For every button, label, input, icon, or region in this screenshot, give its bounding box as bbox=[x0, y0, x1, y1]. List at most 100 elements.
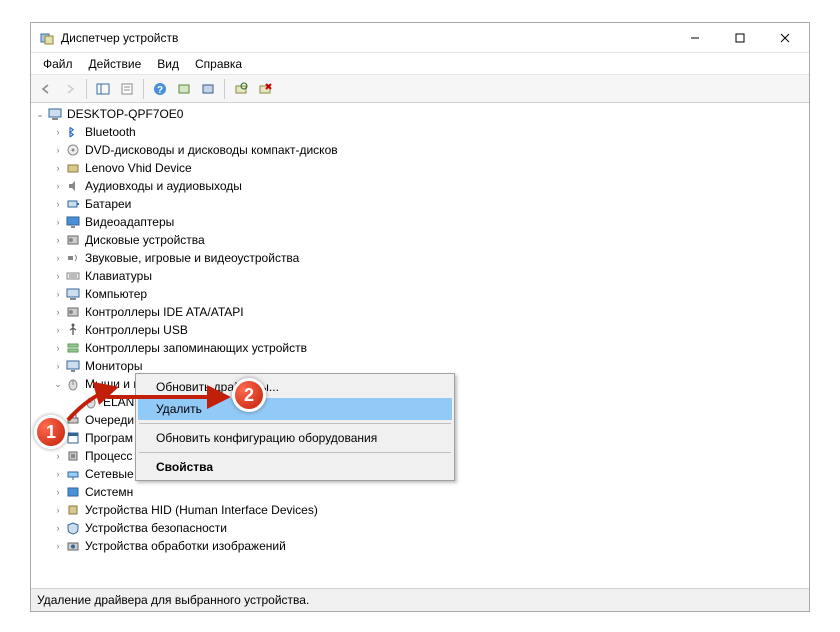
svg-text:?: ? bbox=[157, 85, 163, 96]
expander-icon[interactable]: › bbox=[51, 303, 65, 321]
tree-item-label: Сетевые bbox=[85, 465, 134, 483]
tree-category[interactable]: ›Видеоадаптеры bbox=[33, 213, 807, 231]
action2-button[interactable] bbox=[197, 78, 219, 100]
expander-icon[interactable]: › bbox=[51, 159, 65, 177]
expander-icon[interactable]: ⌄ bbox=[33, 105, 47, 123]
tree-item-label: Мониторы bbox=[85, 357, 142, 375]
action1-button[interactable] bbox=[173, 78, 195, 100]
security-icon bbox=[65, 520, 81, 536]
expander-icon[interactable]: › bbox=[51, 213, 65, 231]
tree-item-label: Устройства HID (Human Interface Devices) bbox=[85, 501, 318, 519]
expander-icon[interactable]: › bbox=[51, 519, 65, 537]
hdd-icon bbox=[65, 232, 81, 248]
tree-item-label: Процесс bbox=[85, 447, 132, 465]
tree-category[interactable]: ›Компьютер bbox=[33, 285, 807, 303]
expander-icon[interactable]: › bbox=[51, 537, 65, 555]
tree-item-label: Контроллеры IDE ATA/ATAPI bbox=[85, 303, 244, 321]
monitor-icon bbox=[65, 358, 81, 374]
annotation-badge-1: 1 bbox=[34, 415, 68, 449]
minimize-button[interactable] bbox=[672, 23, 717, 52]
maximize-button[interactable] bbox=[717, 23, 762, 52]
tree-category[interactable]: › Устройства HID (Human Interface Devices… bbox=[33, 501, 807, 519]
tree-item-label: Клавиатуры bbox=[85, 267, 152, 285]
bluetooth-icon bbox=[65, 124, 81, 140]
window-title: Диспетчер устройств bbox=[61, 31, 672, 45]
expander-icon[interactable]: › bbox=[51, 357, 65, 375]
tree-category[interactable]: › Контроллеры IDE ATA/ATAPI bbox=[33, 303, 807, 321]
cm-properties[interactable]: Свойства bbox=[138, 456, 452, 478]
tree-category[interactable]: › Звуковые, игровые и видеоустройства bbox=[33, 249, 807, 267]
battery-icon bbox=[65, 196, 81, 212]
expander-icon[interactable]: › bbox=[51, 177, 65, 195]
scan-hardware-button[interactable] bbox=[230, 78, 252, 100]
expander-icon[interactable]: › bbox=[51, 231, 65, 249]
tree-category[interactable]: › Дисковые устройства bbox=[33, 231, 807, 249]
tree-category[interactable]: ›Bluetooth bbox=[33, 123, 807, 141]
tree-item-label: Дисковые устройства bbox=[85, 231, 205, 249]
tree-category[interactable]: › Устройства обработки изображений bbox=[33, 537, 807, 555]
cm-separator bbox=[139, 423, 451, 424]
tree-item-label: DVD-дисководы и дисководы компакт-дисков bbox=[85, 141, 338, 159]
annotation-badge-2: 2 bbox=[232, 378, 266, 412]
tree-item-label: Lenovo Vhid Device bbox=[85, 159, 192, 177]
sound-icon bbox=[65, 250, 81, 266]
cm-scan-hardware[interactable]: Обновить конфигурацию оборудования bbox=[138, 427, 452, 449]
system-icon bbox=[65, 484, 81, 500]
tree-item-label: Програм bbox=[85, 429, 133, 447]
help-button[interactable]: ? bbox=[149, 78, 171, 100]
close-button[interactable] bbox=[762, 23, 807, 52]
tree-category[interactable]: ›Системн bbox=[33, 483, 807, 501]
tree-category[interactable]: › DVD-дисководы и дисководы компакт-диско… bbox=[33, 141, 807, 159]
computer-icon bbox=[65, 286, 81, 302]
forward-button[interactable] bbox=[59, 78, 81, 100]
app-icon bbox=[39, 30, 55, 46]
menu-help[interactable]: Справка bbox=[187, 55, 250, 73]
expander-icon[interactable]: › bbox=[51, 141, 65, 159]
menu-view[interactable]: Вид bbox=[149, 55, 187, 73]
tree-item-label: Устройства безопасности bbox=[85, 519, 227, 537]
tree-category[interactable]: › Батареи bbox=[33, 195, 807, 213]
annotation-arrow-1 bbox=[60, 385, 130, 425]
network-icon bbox=[65, 466, 81, 482]
expander-icon[interactable]: › bbox=[51, 501, 65, 519]
device-tree[interactable]: ⌄DESKTOP-QPF7OE0›Bluetooth›DVD-дисководы… bbox=[31, 103, 809, 589]
properties-button[interactable] bbox=[116, 78, 138, 100]
show-hide-tree-button[interactable] bbox=[92, 78, 114, 100]
menu-file[interactable]: Файл bbox=[35, 55, 81, 73]
tree-category[interactable]: › Контроллеры запоминающих устройств bbox=[33, 339, 807, 357]
tree-item-label: Аудиовходы и аудиовыходы bbox=[85, 177, 242, 195]
tree-root-node[interactable]: ⌄ DESKTOP-QPF7OE0 bbox=[33, 105, 807, 123]
tree-category[interactable]: ›Контроллеры USB bbox=[33, 321, 807, 339]
tree-category[interactable]: › Устройства безопасности bbox=[33, 519, 807, 537]
computer-icon bbox=[47, 106, 63, 122]
expander-icon[interactable]: › bbox=[51, 483, 65, 501]
disc-icon bbox=[65, 142, 81, 158]
uninstall-button[interactable] bbox=[254, 78, 276, 100]
cm-separator bbox=[139, 452, 451, 453]
menu-action[interactable]: Действие bbox=[81, 55, 150, 73]
expander-icon[interactable]: › bbox=[51, 249, 65, 267]
tree-category[interactable]: › Аудиовходы и аудиовыходы bbox=[33, 177, 807, 195]
status-text: Удаление драйвера для выбранного устройс… bbox=[37, 593, 309, 607]
expander-icon[interactable]: › bbox=[51, 465, 65, 483]
tree-category[interactable]: › Клавиатуры bbox=[33, 267, 807, 285]
expander-icon[interactable]: › bbox=[51, 285, 65, 303]
tree-item-label: Звуковые, игровые и видеоустройства bbox=[85, 249, 299, 267]
tree-item-label: Батареи bbox=[85, 195, 131, 213]
tree-item-label: DESKTOP-QPF7OE0 bbox=[67, 105, 183, 123]
audio-icon bbox=[65, 178, 81, 194]
tree-category[interactable]: › Lenovo Vhid Device bbox=[33, 159, 807, 177]
titlebar: Диспетчер устройств bbox=[31, 23, 809, 53]
expander-icon[interactable]: › bbox=[51, 447, 65, 465]
expander-icon[interactable]: › bbox=[51, 321, 65, 339]
expander-icon[interactable]: › bbox=[51, 123, 65, 141]
tree-item-label: Устройства обработки изображений bbox=[85, 537, 286, 555]
expander-icon[interactable]: › bbox=[51, 267, 65, 285]
expander-icon[interactable]: › bbox=[51, 339, 65, 357]
imaging-icon bbox=[65, 538, 81, 554]
back-button[interactable] bbox=[35, 78, 57, 100]
storage-icon bbox=[65, 340, 81, 356]
tree-item-label: Контроллеры запоминающих устройств bbox=[85, 339, 307, 357]
expander-icon[interactable]: › bbox=[51, 195, 65, 213]
hdd-icon bbox=[65, 304, 81, 320]
